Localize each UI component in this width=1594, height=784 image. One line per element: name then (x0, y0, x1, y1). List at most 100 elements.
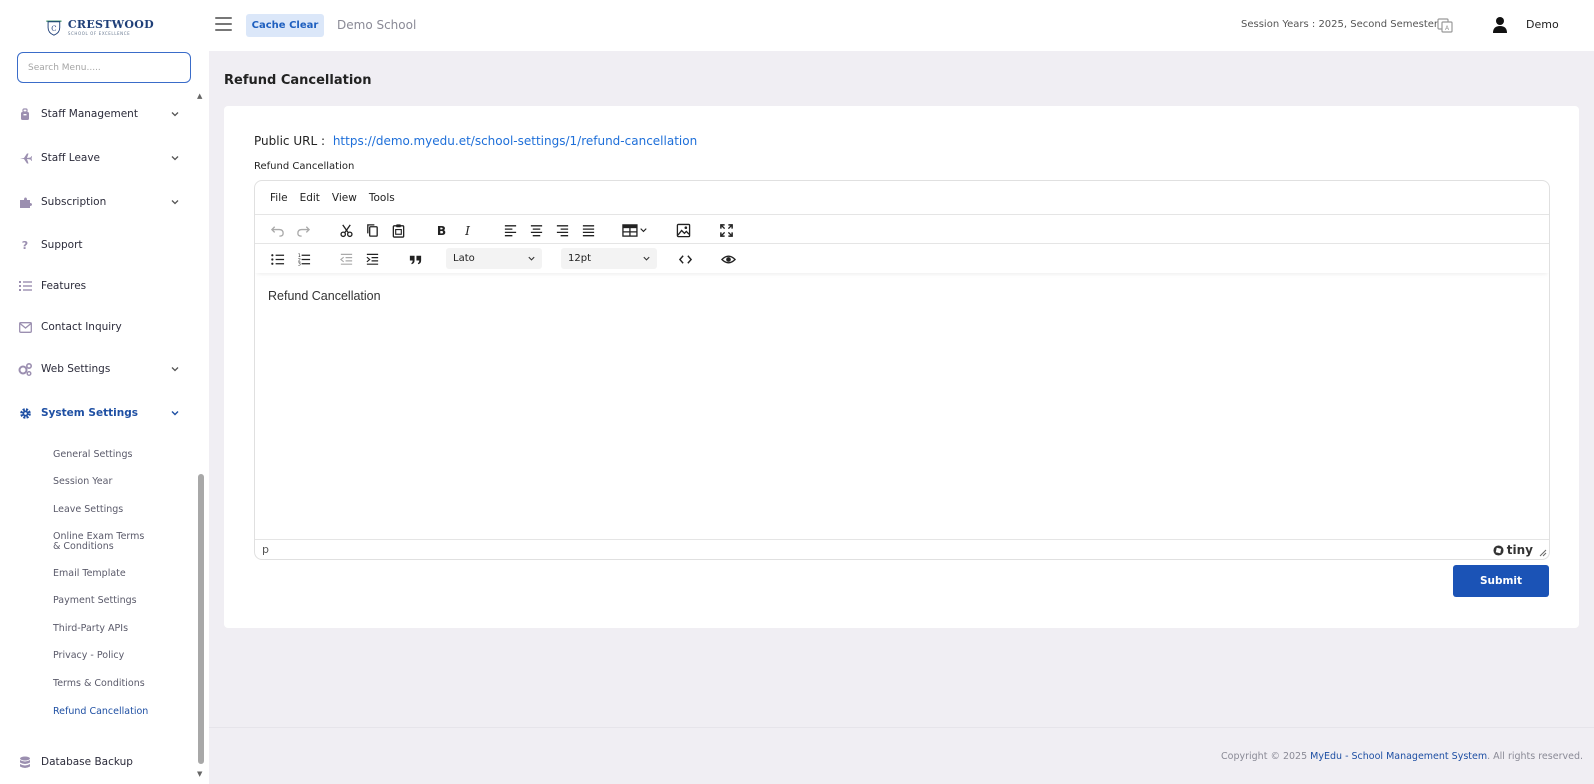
user-avatar-icon[interactable] (1492, 16, 1508, 34)
sidebar-item-web-settings[interactable]: Web Settings (18, 358, 180, 380)
editor-menubar: File Edit View Tools (255, 181, 1549, 215)
sidebar-subitem-email-template[interactable]: Email Template (53, 569, 163, 579)
scroll-up-arrow-icon[interactable]: ▲ (197, 92, 202, 100)
public-url-link[interactable]: https://demo.myedu.et/school-settings/1/… (333, 134, 697, 148)
chevron-down-icon (171, 156, 179, 161)
paste-icon[interactable] (389, 221, 407, 239)
sidebar-subitem-leave-settings[interactable]: Leave Settings (53, 505, 163, 515)
editor-toolbar-row-2: 123 Lato 12pt (255, 244, 1549, 273)
menu-view[interactable]: View (332, 192, 357, 204)
sidebar-subitem-label-line2: & Conditions (53, 541, 114, 552)
font-family-value: Lato (453, 253, 475, 264)
element-path[interactable]: p (262, 543, 269, 556)
sidebar-subitem-privacy-policy[interactable]: Privacy - Policy (53, 651, 163, 661)
public-url-label: Public URL : (254, 134, 325, 148)
font-family-select[interactable]: Lato (446, 248, 542, 269)
sidebar-item-label: Contact Inquiry (41, 321, 122, 333)
menu-edit[interactable]: Edit (300, 192, 320, 204)
copyright-text: Copyright © 2025 MyEdu - School Manageme… (1221, 751, 1583, 762)
undo-icon[interactable] (268, 221, 286, 239)
sidebar-subitem-terms-conditions[interactable]: Terms & Conditions (53, 679, 163, 689)
numbered-list-icon[interactable]: 123 (294, 250, 312, 268)
school-logo[interactable]: C CRESTWOOD SCHOOL OF EXCELLENCE (44, 11, 154, 43)
plane-icon (18, 151, 32, 165)
copy-icon[interactable] (363, 221, 381, 239)
indent-icon[interactable] (363, 250, 381, 268)
outdent-icon[interactable] (337, 250, 355, 268)
logo-subtitle: SCHOOL OF EXCELLENCE (67, 30, 131, 36)
sidebar-item-database-backup[interactable]: Database Backup (18, 751, 180, 773)
align-left-icon[interactable] (501, 221, 519, 239)
preview-eye-icon[interactable] (719, 250, 737, 268)
sidebar-subitem-refund-cancellation[interactable]: Refund Cancellation (53, 707, 163, 717)
sidebar-scrollbar[interactable]: ▲ ▼ (197, 92, 206, 782)
bold-icon[interactable]: B (432, 221, 450, 239)
sidebar-item-label: Subscription (41, 196, 107, 208)
bullet-list-icon[interactable] (268, 250, 286, 268)
sidebar-subitem-third-party-apis[interactable]: Third-Party APIs (53, 624, 163, 634)
page-title: Refund Cancellation (224, 73, 372, 88)
source-code-icon[interactable] (676, 250, 694, 268)
sidebar-item-label: Support (41, 239, 83, 251)
rich-text-editor: File Edit View Tools B I 123 Lato 12pt R… (254, 180, 1550, 560)
editor-paragraph[interactable]: Refund Cancellation (268, 289, 1536, 303)
search-menu-input[interactable] (17, 52, 191, 83)
sidebar-subitem-session-year[interactable]: Session Year (53, 477, 163, 487)
sidebar-subitem-general-settings[interactable]: General Settings (53, 450, 163, 460)
sidebar-item-label: System Settings (41, 407, 138, 419)
chevron-down-icon (528, 256, 535, 261)
image-icon[interactable] (674, 221, 692, 239)
cogs-icon (18, 362, 32, 376)
tiny-brand-label: tiny (1506, 543, 1533, 557)
crest-icon: C (46, 20, 62, 36)
cache-clear-button[interactable]: Cache Clear (246, 14, 324, 37)
editor-content-area[interactable]: Refund Cancellation (255, 279, 1549, 529)
logo-title: CRESTWOOD (67, 17, 154, 31)
sidebar-item-contact-inquiry[interactable]: Contact Inquiry (18, 316, 180, 338)
refund-cancellation-card: Public URL : https://demo.myedu.et/schoo… (224, 106, 1579, 628)
sidebar-item-label: Web Settings (41, 363, 111, 375)
tiny-branding[interactable]: tiny (1493, 543, 1533, 557)
sidebar-item-subscription[interactable]: Subscription (18, 191, 180, 213)
footer: Copyright © 2025 MyEdu - School Manageme… (209, 727, 1594, 784)
scroll-thumb[interactable] (198, 474, 204, 764)
question-icon: ? (18, 238, 32, 252)
sidebar-subitem-online-exam-terms[interactable]: Online Exam Terms & Conditions (53, 532, 163, 552)
hamburger-menu-icon[interactable] (215, 17, 232, 31)
copyright-suffix: . All rights reserved. (1487, 751, 1583, 762)
school-name: Demo School (337, 18, 417, 32)
cut-icon[interactable] (337, 221, 355, 239)
submit-button[interactable]: Submit (1453, 565, 1549, 597)
sidebar-item-staff-management[interactable]: Staff Management (18, 103, 180, 125)
align-justify-icon[interactable] (579, 221, 597, 239)
redo-icon[interactable] (294, 221, 312, 239)
sidebar-subitem-payment-settings[interactable]: Payment Settings (53, 596, 163, 606)
table-icon[interactable] (621, 221, 651, 239)
top-header: Cache Clear Demo School Session Years : … (209, 0, 1594, 51)
sidebar-item-label: Staff Management (41, 108, 138, 120)
menu-tools[interactable]: Tools (369, 192, 395, 204)
sidebar-item-support[interactable]: ? Support (18, 234, 180, 256)
language-icon[interactable]: A (1437, 17, 1453, 33)
user-name[interactable]: Demo (1526, 18, 1559, 31)
editor-toolbar-row-1: B I (255, 215, 1549, 244)
gear-icon (18, 406, 32, 420)
database-icon (18, 755, 32, 769)
align-right-icon[interactable] (553, 221, 571, 239)
blockquote-icon[interactable] (406, 250, 424, 268)
chevron-down-icon (171, 367, 179, 372)
sidebar-item-system-settings[interactable]: System Settings (18, 402, 180, 424)
font-size-select[interactable]: 12pt (561, 248, 657, 269)
resize-handle-icon[interactable] (1539, 549, 1547, 557)
puzzle-icon (18, 195, 32, 209)
align-center-icon[interactable] (527, 221, 545, 239)
scroll-down-arrow-icon[interactable]: ▼ (197, 770, 202, 778)
fullscreen-icon[interactable] (717, 221, 735, 239)
italic-icon[interactable]: I (458, 221, 476, 239)
sidebar-item-features[interactable]: Features (18, 275, 180, 297)
sidebar-item-staff-leave[interactable]: Staff Leave (18, 147, 180, 169)
chevron-down-icon (171, 411, 179, 416)
footer-link[interactable]: MyEdu - School Management System (1310, 751, 1487, 762)
sidebar-item-label: Database Backup (41, 756, 133, 768)
menu-file[interactable]: File (270, 192, 288, 204)
